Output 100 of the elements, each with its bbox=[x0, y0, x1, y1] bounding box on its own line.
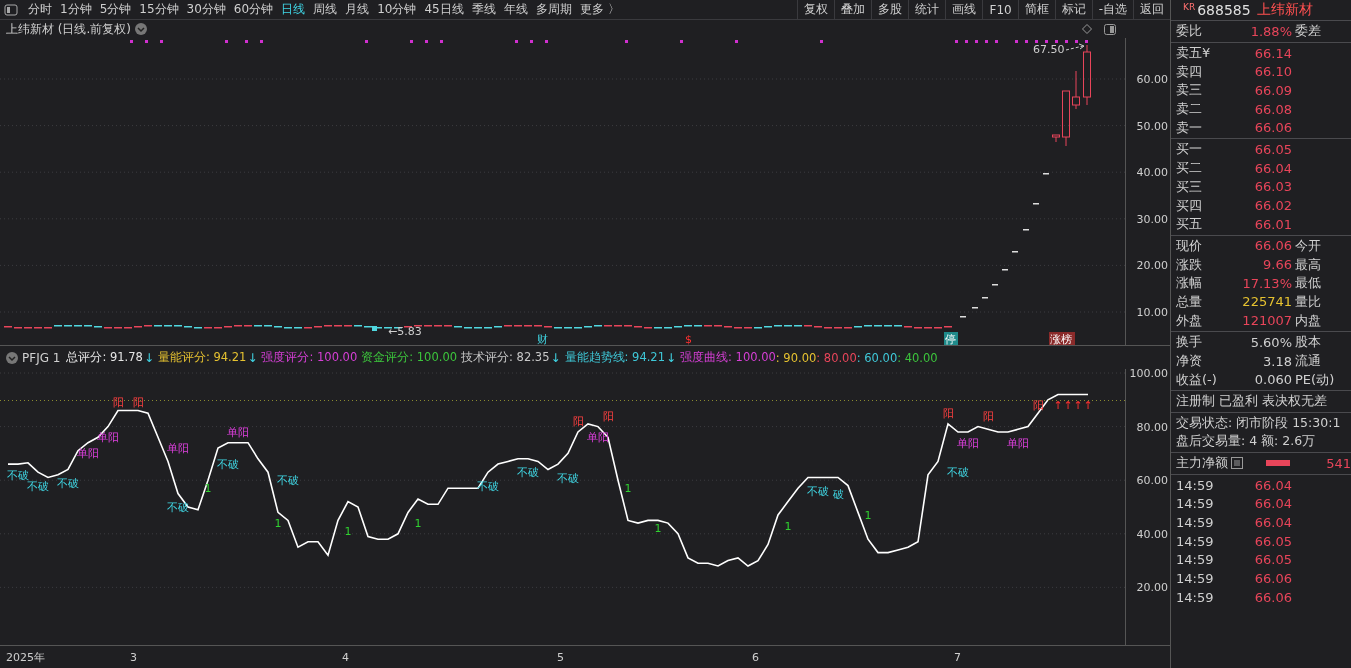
axis-label: 60.00 bbox=[1136, 73, 1168, 86]
period-tab[interactable]: 45日线 bbox=[420, 1, 468, 18]
order-level-label: 买三 bbox=[1176, 177, 1203, 196]
list-icon[interactable] bbox=[1231, 457, 1243, 470]
order-level-label: 卖一 bbox=[1176, 118, 1203, 137]
signal-label: 不破 bbox=[477, 479, 499, 493]
tick-price: 66.05 bbox=[1253, 533, 1292, 549]
axis-label: 7 bbox=[954, 651, 961, 664]
order-level-label: 买二 bbox=[1176, 159, 1203, 178]
dropdown-icon[interactable] bbox=[135, 23, 147, 35]
period-tab[interactable]: 分时 bbox=[24, 1, 56, 18]
signal-label: 阳 bbox=[1032, 399, 1044, 413]
axis-label: 100.00 bbox=[1129, 369, 1168, 380]
signal-label: 1 bbox=[204, 482, 212, 496]
period-tab[interactable]: 日线 bbox=[277, 1, 310, 18]
order-level-label: 卖三 bbox=[1176, 81, 1203, 100]
signal-label: 单阳 bbox=[587, 431, 609, 445]
panel-toggle-icon[interactable] bbox=[4, 3, 18, 16]
diamond-icon[interactable] bbox=[1082, 24, 1092, 34]
quote-value: 9.66 bbox=[1262, 257, 1292, 273]
signal-label: 1 bbox=[274, 517, 282, 531]
signal-label: 不破 bbox=[517, 466, 539, 480]
signal-label: 不破 bbox=[57, 476, 79, 490]
event-marker: 财 bbox=[537, 333, 548, 345]
quote-label: 流通 bbox=[1295, 352, 1321, 371]
quote-label: PE(动) bbox=[1295, 370, 1335, 389]
period-tab[interactable]: 5分钟 bbox=[95, 1, 136, 18]
tick-price: 66.06 bbox=[1253, 589, 1292, 605]
leader-line bbox=[1065, 43, 1085, 51]
signal-label: 不破 bbox=[167, 501, 189, 514]
period-tab[interactable]: 15分钟 bbox=[135, 1, 183, 18]
indicator-name: PFJG 1 bbox=[22, 350, 61, 365]
indicator-value: 技术评分: 82.35 bbox=[461, 350, 550, 365]
signal-label: 单阳 bbox=[227, 425, 249, 439]
axis-label: 40.00 bbox=[1136, 527, 1168, 541]
signal-label: 不破 bbox=[7, 468, 29, 482]
period-tab[interactable]: 季线 bbox=[467, 1, 500, 18]
down-arrow: ↓ bbox=[550, 350, 561, 365]
signal-label: 不破 bbox=[217, 458, 239, 472]
flow-value: 541 bbox=[1326, 455, 1351, 471]
axis-label: 6 bbox=[752, 651, 759, 664]
quote-label: 换手 bbox=[1176, 333, 1203, 352]
signal-label: 单阳 bbox=[97, 431, 119, 445]
period-tab[interactable]: 年线 bbox=[499, 1, 532, 18]
period-tab[interactable]: 多周期 bbox=[531, 1, 576, 18]
quote-value: 1.88% bbox=[1249, 23, 1292, 39]
signal-label: 单阳 bbox=[77, 447, 99, 461]
tick-price: 66.05 bbox=[1253, 552, 1292, 568]
tick-price: 66.04 bbox=[1253, 496, 1292, 512]
signal-label: 不破 bbox=[277, 474, 299, 488]
quote-label: 最低 bbox=[1295, 274, 1321, 293]
period-tab[interactable]: 更多 〉 bbox=[575, 1, 624, 18]
signal-label: ↑ bbox=[1053, 399, 1063, 413]
signal-label: 单阳 bbox=[957, 436, 979, 450]
period-tab[interactable]: 30分钟 bbox=[182, 1, 230, 18]
stock-tags: 注册制 已盈利 表决权无差 bbox=[1171, 392, 1351, 411]
quote-label: 现价 bbox=[1176, 236, 1203, 255]
event-tag: 停 bbox=[944, 332, 958, 345]
down-arrow: ↓ bbox=[143, 350, 154, 365]
quote-label: 委差 bbox=[1295, 22, 1321, 41]
quote-value: 17.13% bbox=[1241, 275, 1292, 291]
signal-label: 单阳 bbox=[167, 442, 189, 456]
signal-label: 1 bbox=[414, 517, 422, 531]
order-level-label: 卖四 bbox=[1176, 62, 1203, 81]
period-tab[interactable]: 10分钟 bbox=[373, 1, 421, 18]
axis-label: 80.00 bbox=[1136, 420, 1168, 434]
signal-label: 1 bbox=[784, 519, 792, 533]
indicator-value: : 80.00 bbox=[816, 350, 857, 365]
tick-price: 66.06 bbox=[1253, 571, 1292, 587]
panel-toggle-icon[interactable] bbox=[1104, 23, 1116, 35]
candlestick bbox=[1072, 70, 1080, 110]
market-label: KR bbox=[1183, 2, 1196, 12]
tick-time: 14:59 bbox=[1176, 533, 1215, 549]
indicator-value: 资金评分: 100.00 bbox=[361, 350, 458, 365]
indicator-value: 量能评分: 94.21 bbox=[157, 350, 247, 365]
chart-title: 上纬新材 (日线.前复权) bbox=[6, 20, 131, 38]
tick-time: 14:59 bbox=[1176, 515, 1215, 531]
dropdown-icon[interactable] bbox=[6, 351, 18, 364]
period-tab[interactable]: 1分钟 bbox=[56, 1, 96, 18]
axis-label: 60.00 bbox=[1136, 474, 1168, 488]
tick-time: 14:59 bbox=[1176, 552, 1215, 568]
quote-label: 涨跌 bbox=[1176, 255, 1203, 274]
axis-label: 20.00 bbox=[1136, 581, 1168, 595]
order-level-label: 卖二 bbox=[1176, 100, 1203, 119]
period-tab[interactable]: 周线 bbox=[309, 1, 342, 18]
period-tab[interactable]: 月线 bbox=[341, 1, 374, 18]
signal-label: 1 bbox=[624, 482, 632, 496]
tick-price: 66.04 bbox=[1253, 477, 1292, 493]
indicator-value: : 40.00 bbox=[897, 350, 938, 365]
period-tab[interactable]: 60分钟 bbox=[229, 1, 278, 18]
quote-label: 股本 bbox=[1295, 333, 1321, 352]
price-value: 66.09 bbox=[1253, 82, 1292, 98]
quote-label: 总量 bbox=[1176, 292, 1203, 311]
tick-time: 14:59 bbox=[1176, 496, 1215, 512]
quote-label: 委比 bbox=[1176, 22, 1203, 41]
signal-label: 不破 bbox=[557, 471, 579, 485]
price-value: 66.03 bbox=[1253, 179, 1292, 195]
quote-label: 内盘 bbox=[1295, 311, 1321, 330]
quote-label: 主力净额 bbox=[1176, 454, 1228, 473]
price-value: 66.02 bbox=[1253, 198, 1292, 214]
